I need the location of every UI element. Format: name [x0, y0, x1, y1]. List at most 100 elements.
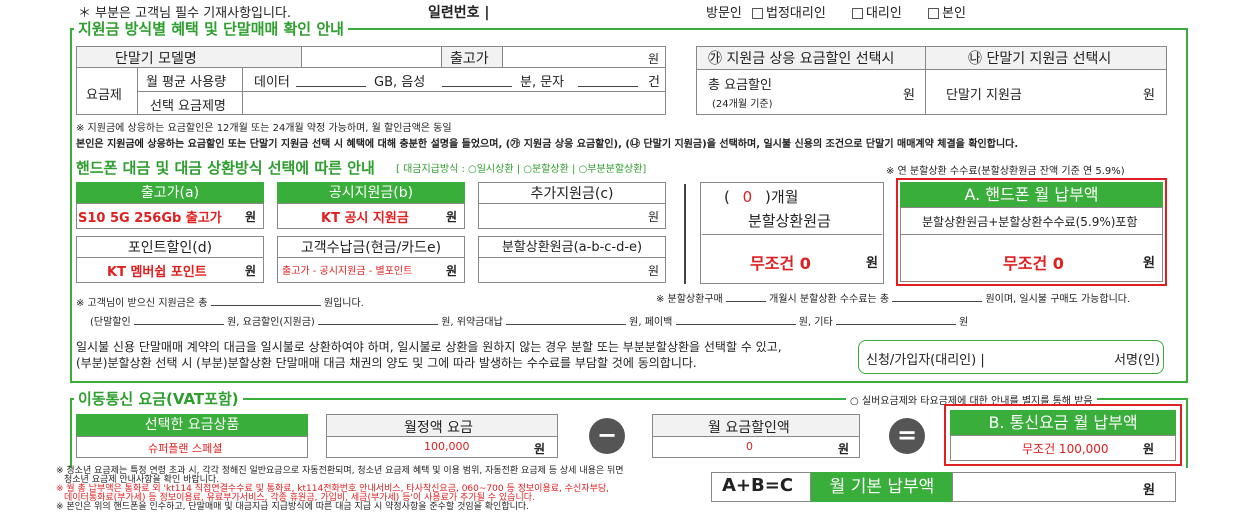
section1-title: 지원금 방식별 혜택 및 단말매매 확인 안내	[74, 18, 348, 39]
install-won: 원	[648, 264, 660, 278]
checkbox-icon[interactable]	[851, 8, 863, 19]
customer-e-header: 고객수납금(현금/카드e)	[277, 236, 465, 258]
plan-value: 슈퍼플랜 스페셜	[148, 442, 223, 455]
monthly-a-title: A. 핸드폰 월 납부액	[900, 182, 1163, 208]
detail-input-5[interactable]	[835, 324, 956, 325]
monthly-fee-value: 100,000	[424, 440, 470, 453]
base-payment-label: 월 기본 납부액	[811, 472, 953, 502]
count-unit: 건	[648, 75, 660, 90]
principal-value: 무조건 0	[750, 254, 811, 273]
agree-text-1: 일시불 신용 단말매매 계약의 대금을 일시불로 상환하여야 하며, 일시불로 …	[76, 340, 782, 354]
total-discount-label: 총 요금할인	[708, 78, 772, 93]
price-input[interactable]	[502, 46, 666, 68]
subsidy-b-won: 원	[446, 210, 458, 224]
base-payment-won: 원	[1143, 483, 1155, 498]
checkbox-icon[interactable]	[927, 8, 939, 19]
equals-icon: =	[889, 418, 925, 454]
plan-label: 요금제	[86, 88, 122, 103]
footnotes: ※ 청소년 요금제는 특정 연령 초과 시, 각각 정해진 일반요금으로 자동전…	[56, 467, 696, 512]
monthly-a-sub: 분할상환원금+분할상환수수료(5.9%)포함	[922, 215, 1138, 229]
note1: ※ 지원금에 상응하는 요금할인은 12개월 또는 24개월 약정 가능하며, …	[76, 123, 452, 134]
detail-items: (단말할인 원, 요금할인(지원금) 원, 위약금대납 원, 페이백 원, 기타…	[90, 317, 969, 328]
monthly-b-title: B. 통신요금 월 납부액	[950, 410, 1176, 436]
detail-input-2[interactable]	[318, 324, 439, 325]
detail-input-4[interactable]	[675, 324, 796, 325]
vertical-divider	[684, 184, 686, 284]
usage-input-cell	[242, 67, 666, 92]
discount-value: 0	[746, 440, 753, 453]
option-b-header: ㉯ 단말기 지원금 선택시	[968, 51, 1112, 67]
install-cell[interactable]	[478, 257, 666, 283]
data-input[interactable]	[296, 86, 366, 87]
total-discount-won: 원	[903, 88, 915, 103]
install-months-input[interactable]	[725, 301, 766, 302]
point-d-value: KT 멤버쉽 포인트	[107, 265, 207, 280]
price-a-value: S10 5G 256Gb 출고가	[78, 211, 222, 226]
install-fee-input[interactable]	[892, 301, 983, 302]
minus-icon: −	[589, 418, 625, 454]
model-label: 단말기 모델명	[115, 51, 197, 67]
months-label: ( 0 )개월	[724, 188, 799, 206]
discount-cell[interactable]	[652, 436, 860, 458]
price-won: 원	[648, 52, 660, 66]
monthly-a-won: 원	[1143, 256, 1155, 271]
option-a-header: ㉮ 지원금 상응 요금할인 선택시	[708, 51, 895, 67]
formula: A+B=C	[722, 475, 794, 496]
device-subsidy-won: 원	[1143, 88, 1155, 103]
option-legal-rep[interactable]: 법정대리인	[752, 6, 826, 21]
principal-label: 분할상환원금	[748, 212, 831, 230]
option-self[interactable]: 본인	[927, 6, 966, 21]
signature-label: 서명(인)	[1114, 353, 1161, 368]
serial-label: 일련번호 |	[428, 5, 490, 21]
detail-input-3[interactable]	[505, 324, 626, 325]
note-received: ※ 고객님이 받으신 지원금은 총 원입니다.	[76, 298, 364, 309]
extra-c-header: 추가지원금(c)	[478, 182, 666, 204]
voice-input[interactable]	[442, 86, 512, 87]
price-label: 출고가	[450, 51, 489, 67]
received-input[interactable]	[210, 305, 321, 306]
note2: 본인은 지원금에 상응하는 요금할인 또는 단말기 지원금 선택 시 혜택에 대…	[76, 139, 1019, 150]
selected-plan-label: 선택 요금제명	[150, 99, 226, 114]
price-a-won: 원	[245, 210, 257, 224]
discount-header: 월 요금할인액	[708, 420, 790, 436]
text-input[interactable]	[578, 86, 638, 87]
device-subsidy-label: 단말기 지원금	[946, 88, 1022, 103]
monthly-fee-won: 원	[534, 442, 546, 456]
checkbox-icon[interactable]	[752, 8, 763, 19]
min-text-label: 분, 문자	[520, 75, 565, 90]
customer-e-won: 원	[446, 264, 458, 278]
visitor-label: 방문인	[706, 6, 742, 21]
gb-voice-label: GB, 음성	[374, 75, 426, 90]
monthly-fee-header: 월정액 요금	[404, 420, 473, 436]
subsidy-b-value: KT 공시 지원금	[321, 211, 409, 226]
signer-label: 신청/가입자(대리인) |	[866, 353, 985, 368]
detail-input-1[interactable]	[133, 324, 224, 325]
months-divider	[702, 234, 882, 235]
note-install: ※ 분할상환구매 개월시 분할상환 수수료는 총 원이며, 일시불 구매도 가능…	[656, 294, 1131, 305]
section2-title: 핸드폰 대금 및 대금 상환방식 선택에 따른 안내	[76, 159, 375, 177]
discount-won: 원	[838, 442, 850, 456]
data-label: 데이터	[254, 75, 290, 90]
monthly-b-value: 무조건 100,000	[1022, 442, 1109, 456]
point-d-won: 원	[245, 264, 257, 278]
footnote-5: ※ 본인은 위의 핸드폰을 인수하고, 단말매매 및 대금지급 지급방식에 따른…	[56, 502, 530, 512]
point-d-header: 포인트할인(d)	[76, 236, 264, 258]
agree-text-2: (부분)분할상환 선택 시 (부분)분할상환 단말매매 대금 채권의 양도 및 …	[76, 356, 697, 370]
total-discount-sub: (24개월 기준)	[712, 99, 773, 110]
section2-title-sub: [ 대금지급방식 : ○일시상환 | ○분할상환 | ○부분분할상환]	[396, 164, 647, 175]
section3-title: 이동통신 요금(VAT포함)	[74, 388, 243, 409]
option-agent[interactable]: 대리인	[851, 6, 902, 21]
visitor-options: 법정대리인 대리인 본인	[752, 2, 966, 21]
customer-e-value: 출고가 - 공시지원금 - 별포인트	[282, 266, 413, 277]
selected-plan-input[interactable]	[242, 91, 666, 115]
principal-won: 원	[866, 256, 878, 271]
price-a-header: 출고가(a)	[76, 182, 264, 204]
extra-c-cell[interactable]	[478, 203, 666, 229]
install-header: 분할상환원금(a-b-c-d-e)	[478, 236, 666, 258]
avg-usage-label: 월 평균 사용량	[146, 75, 227, 90]
plan-header: 선택한 요금상품	[76, 414, 308, 437]
monthly-b-won: 원	[1143, 442, 1155, 456]
rate-note: ※ 연 분할상환 수수료(분할상환원금 잔액 기준 연 5.9%)	[886, 166, 1125, 177]
model-input[interactable]	[301, 46, 442, 68]
subsidy-b-header: 공시지원금(b)	[277, 182, 465, 204]
